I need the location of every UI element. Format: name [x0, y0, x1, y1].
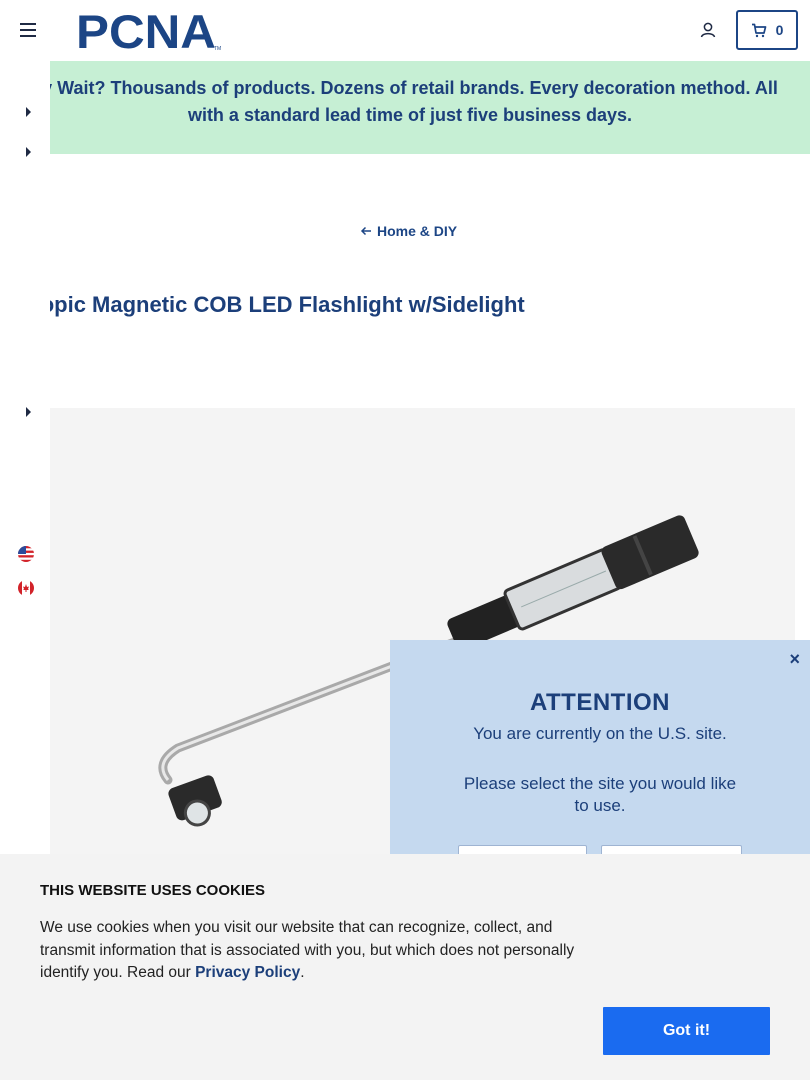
caret-right-icon[interactable] — [26, 107, 31, 117]
hamburger-icon[interactable] — [20, 23, 36, 37]
breadcrumb[interactable]: Home & DIY — [360, 223, 457, 239]
attention-message: You are currently on the U.S. site. — [473, 724, 727, 743]
page: PCNA TM 0 y Wait? Thousands of products.… — [0, 0, 810, 1080]
promo-text: y Wait? Thousands of products. Dozens of… — [50, 78, 778, 125]
caret-right-icon[interactable] — [26, 147, 31, 157]
cookie-title: THIS WEBSITE USES COOKIES — [40, 882, 266, 899]
privacy-policy-link[interactable]: Privacy Policy — [195, 964, 300, 981]
site-header: PCNA TM 0 — [0, 0, 810, 61]
us-flag-icon[interactable] — [18, 546, 34, 562]
cookie-body: We use cookies when you visit our websit… — [40, 919, 575, 981]
breadcrumb-label: Home & DIY — [377, 223, 458, 239]
got-it-button[interactable]: Got it! — [603, 1007, 770, 1055]
svg-text:PCNA: PCNA — [76, 11, 216, 51]
svg-text:TM: TM — [214, 46, 221, 51]
close-icon[interactable]: × — [789, 649, 800, 670]
arrow-left-icon — [360, 226, 371, 236]
cart-button[interactable]: 0 — [736, 10, 798, 50]
pcna-logo[interactable]: PCNA TM — [76, 11, 223, 51]
caret-right-icon[interactable] — [26, 407, 31, 417]
account-icon[interactable] — [699, 21, 717, 39]
product-title: escopic Magnetic COB LED Flashlight w/Si… — [50, 292, 525, 317]
canada-flag-icon[interactable] — [18, 580, 34, 596]
cookie-banner: THIS WEBSITE USES COOKIES We use cookies… — [0, 854, 810, 1080]
cart-icon — [751, 23, 766, 37]
attention-instruction: Please select the site you would like to… — [463, 774, 737, 815]
promo-banner: y Wait? Thousands of products. Dozens of… — [50, 61, 810, 154]
cart-count: 0 — [775, 22, 784, 38]
attention-title: ATTENTION — [529, 689, 671, 716]
